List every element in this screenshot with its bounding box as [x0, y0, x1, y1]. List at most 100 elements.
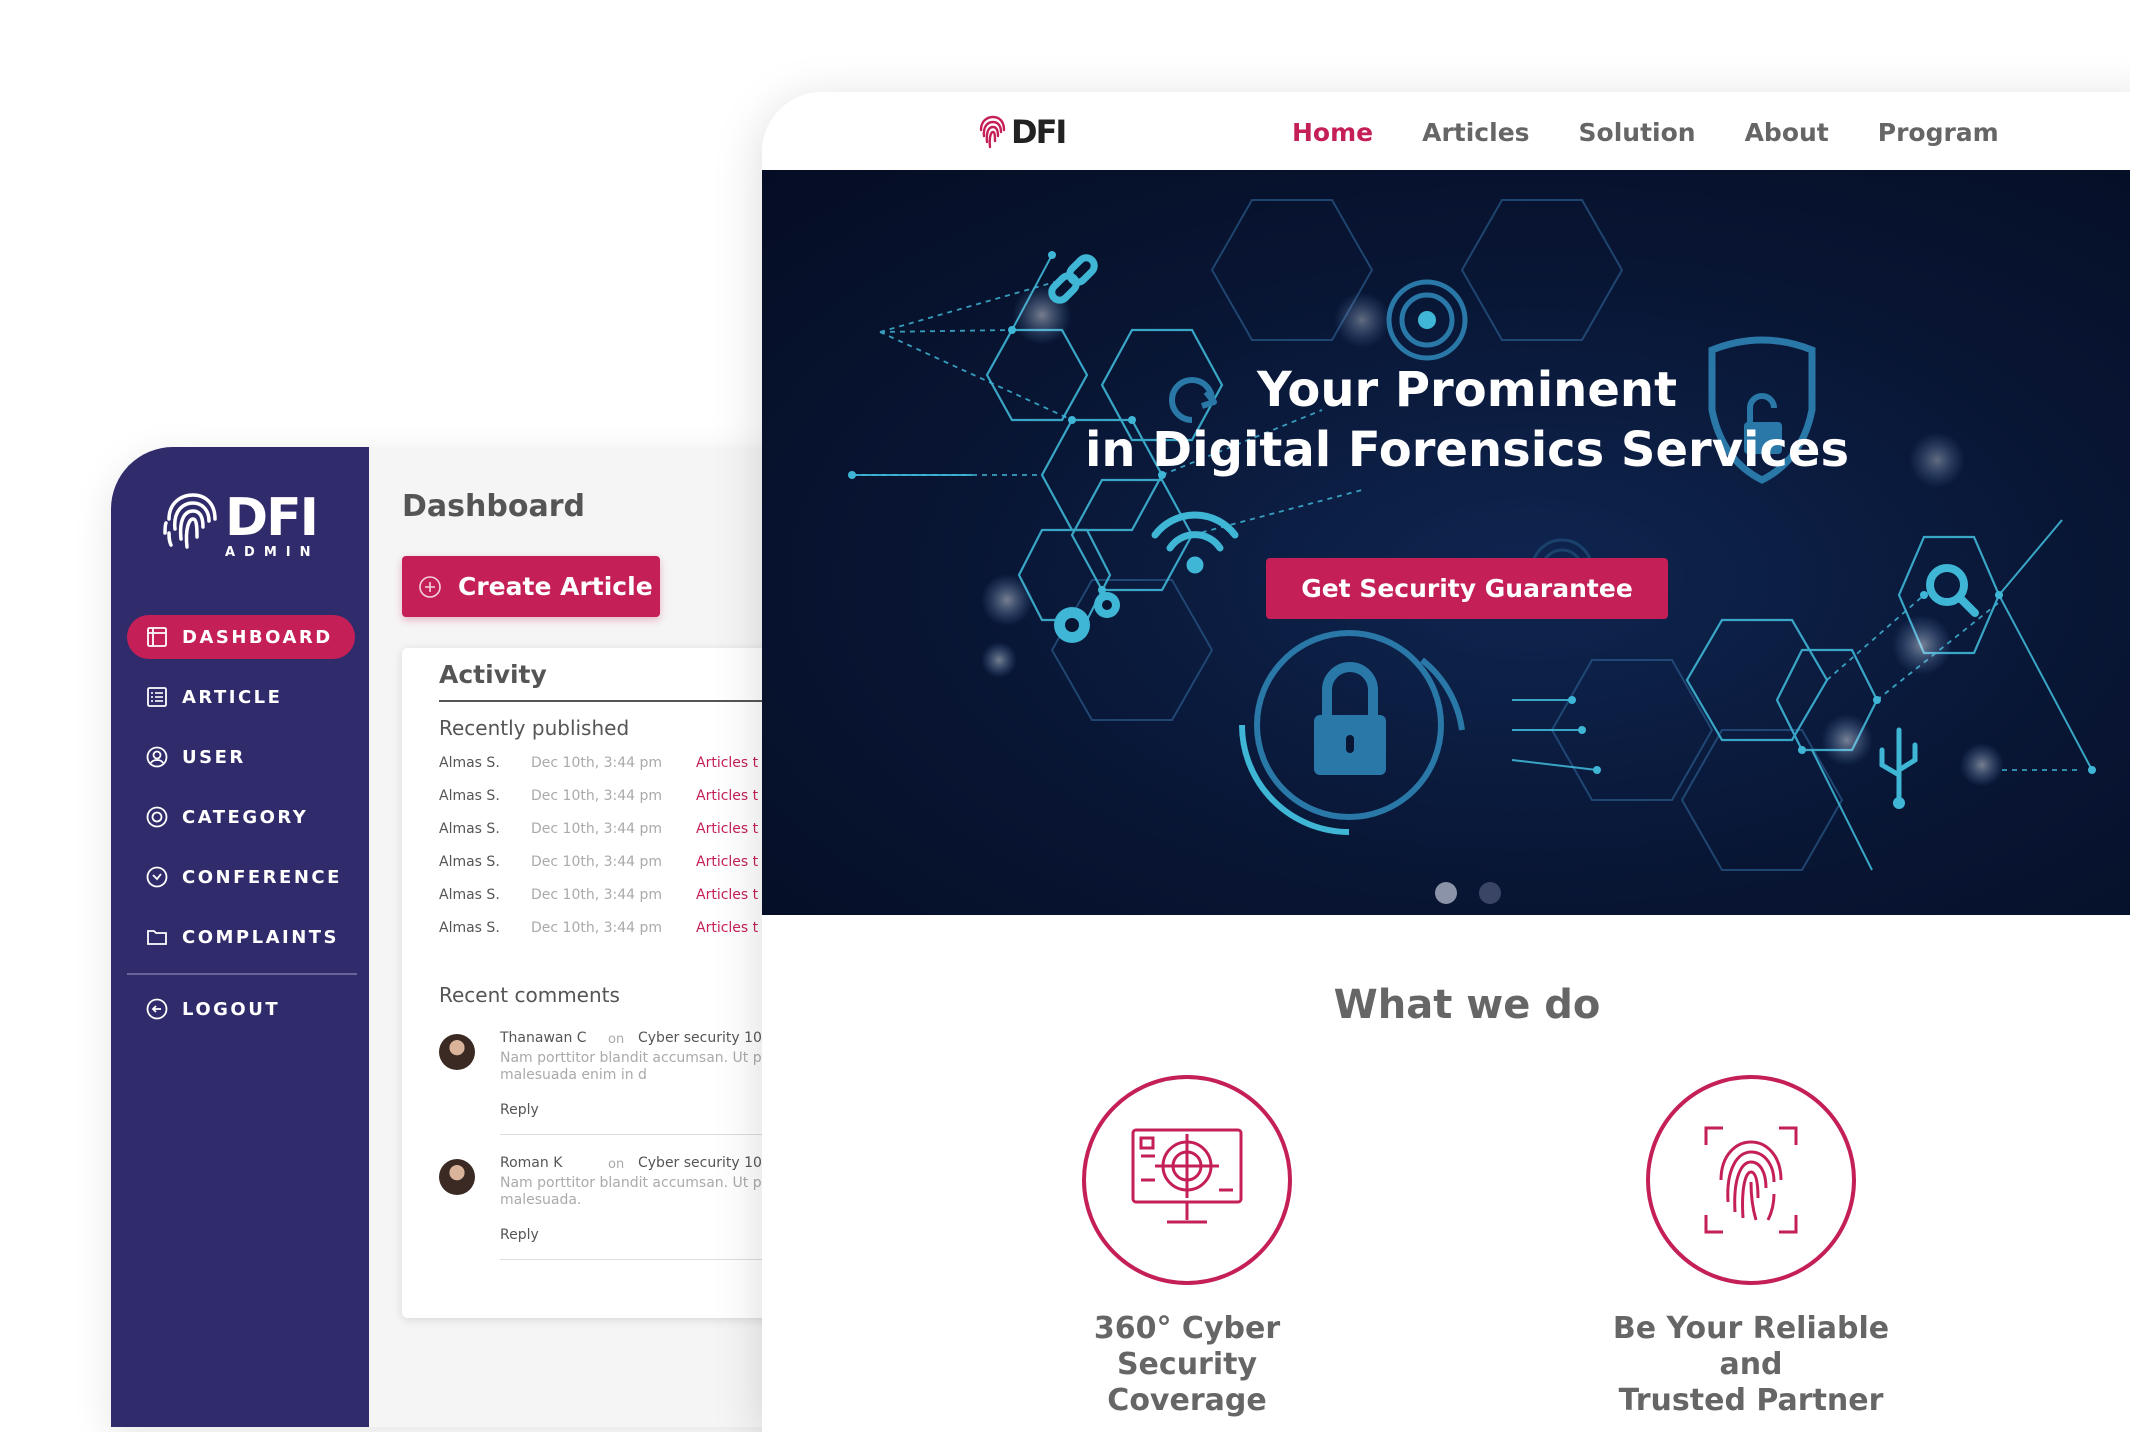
feature-label-line1: Be Your Reliable and [1612, 1311, 1890, 1382]
admin-sidebar: DFI ADMIN DASHBOARD ARTICLE USER CATEGOR… [111, 447, 369, 1427]
admin-nav: DASHBOARD ARTICLE USER CATEGORY CONFEREN… [111, 615, 369, 975]
site-logo[interactable]: DFI [977, 112, 1067, 152]
folder-icon [146, 926, 168, 948]
category-icon [146, 806, 168, 828]
feature-label: 360° Cyber Security Coverage [1027, 1311, 1347, 1419]
author: Almas S. [439, 887, 500, 903]
nav-label: CATEGORY [182, 806, 309, 828]
table-row[interactable]: Almas S. Dec 10th, 3:44 pm Articles t [439, 920, 758, 944]
menu-item-articles[interactable]: Articles [1422, 118, 1529, 147]
menu-item-program[interactable]: Program [1878, 118, 1999, 147]
recently-published-title: Recently published [439, 716, 630, 740]
fingerprint-logo-icon [979, 115, 1006, 149]
comment-on: on [608, 1032, 625, 1047]
hero-network-illustration [848, 199, 2096, 871]
monitor-target-icon [1131, 1128, 1243, 1224]
article-link[interactable]: Articles t [696, 821, 758, 845]
menu-item-solution[interactable]: Solution [1579, 118, 1696, 147]
nav-item-complaints[interactable]: COMPLAINTS [111, 915, 369, 959]
conference-icon [146, 866, 168, 888]
create-article-button[interactable]: Create Article [402, 556, 660, 617]
recent-comments-title: Recent comments [439, 983, 620, 1007]
author: Almas S. [439, 821, 500, 837]
feature-icon-circle [1082, 1075, 1292, 1285]
nav-label: USER [182, 746, 246, 768]
nav-item-dashboard[interactable]: DASHBOARD [127, 615, 355, 659]
nav-label: COMPLAINTS [182, 926, 340, 948]
nav-item-category[interactable]: CATEGORY [111, 795, 369, 839]
feature-icon-circle [1646, 1075, 1856, 1285]
fingerprint-logo-icon [163, 493, 217, 549]
carousel-dot-2[interactable] [1479, 882, 1501, 904]
date: Dec 10th, 3:44 pm [531, 887, 663, 903]
article-link[interactable]: Articles t [696, 788, 758, 812]
date: Dec 10th, 3:44 pm [531, 788, 663, 804]
comment-target[interactable]: Cyber security 10 [638, 1155, 762, 1171]
table-row[interactable]: Almas S. Dec 10th, 3:44 pm Articles t [439, 755, 758, 779]
plus-circle-icon [419, 575, 441, 598]
comment-author: Thanawan C [500, 1030, 587, 1046]
section-title: What we do [1333, 982, 1601, 1028]
nav-item-user[interactable]: USER [111, 735, 369, 779]
nav-item-article[interactable]: ARTICLE [111, 675, 369, 719]
hero-title-line2: in Digital Forensics Services [1084, 422, 1850, 478]
table-row[interactable]: Almas S. Dec 10th, 3:44 pm Articles t [439, 854, 758, 878]
list-icon [146, 686, 168, 708]
feature-label: Be Your Reliable and Trusted Partner [1591, 1311, 1911, 1419]
feature-card[interactable]: 360° Cyber Security Coverage [1027, 1075, 1347, 1419]
feature-label-line1: 360° Cyber Security [1093, 1311, 1281, 1382]
nav-item-logout[interactable]: LOGOUT [111, 987, 369, 1031]
menu-item-home[interactable]: Home [1292, 118, 1373, 147]
comment-target[interactable]: Cyber security 10 [638, 1030, 762, 1046]
author: Almas S. [439, 788, 500, 804]
date: Dec 10th, 3:44 pm [531, 854, 663, 870]
site-brand: DFI [1011, 113, 1067, 151]
dashboard-icon [146, 626, 168, 648]
create-article-label: Create Article [458, 572, 653, 601]
avatar [439, 1034, 475, 1070]
website-window: DFI Home Articles Solution About Program [762, 92, 2130, 1432]
feature-label-line2: Coverage [1107, 1383, 1267, 1418]
table-row[interactable]: Almas S. Dec 10th, 3:44 pm Articles t [439, 821, 758, 845]
author: Almas S. [439, 854, 500, 870]
site-header: DFI Home Articles Solution About Program [762, 92, 2130, 170]
carousel-dot-1[interactable] [1435, 882, 1457, 904]
site-menu: Home Articles Solution About Program [1292, 118, 1999, 147]
avatar [439, 1159, 475, 1195]
author: Almas S. [439, 920, 500, 936]
nav-label: CONFERENCE [182, 866, 342, 888]
author: Almas S. [439, 755, 500, 771]
comment-on: on [608, 1157, 625, 1172]
hero-title: Your Prominent in Digital Forensics Serv… [762, 360, 2130, 480]
menu-item-about[interactable]: About [1745, 118, 1829, 147]
activity-title: Activity [439, 660, 547, 689]
article-link[interactable]: Articles t [696, 887, 758, 911]
hero-banner: Your Prominent in Digital Forensics Serv… [762, 170, 2130, 915]
hero-title-line1: Your Prominent [1256, 362, 1678, 418]
nav-label: ARTICLE [182, 686, 283, 708]
admin-brand: DFI [225, 488, 319, 548]
logout-label: LOGOUT [182, 998, 281, 1020]
table-row[interactable]: Almas S. Dec 10th, 3:44 pm Articles t [439, 788, 758, 812]
user-icon [146, 746, 168, 768]
reply-link[interactable]: Reply [500, 1102, 539, 1118]
nav-item-conference[interactable]: CONFERENCE [111, 855, 369, 899]
admin-logo[interactable]: DFI ADMIN [161, 489, 331, 567]
article-link[interactable]: Articles t [696, 854, 758, 878]
feature-label-line2: Trusted Partner [1618, 1383, 1884, 1418]
table-row[interactable]: Almas S. Dec 10th, 3:44 pm Articles t [439, 887, 758, 911]
fingerprint-icon [1704, 1126, 1798, 1234]
logout-icon [146, 998, 168, 1020]
date: Dec 10th, 3:44 pm [531, 755, 663, 771]
article-link[interactable]: Articles t [696, 755, 758, 779]
article-link[interactable]: Articles t [696, 920, 758, 944]
sidebar-divider [127, 973, 357, 975]
date: Dec 10th, 3:44 pm [531, 821, 663, 837]
reply-link[interactable]: Reply [500, 1227, 539, 1243]
comment-author: Roman K [500, 1155, 563, 1171]
get-security-guarantee-button[interactable]: Get Security Guarantee [1266, 558, 1668, 619]
nav-label: DASHBOARD [182, 626, 333, 648]
page-title: Dashboard [402, 489, 585, 524]
carousel-dots [1435, 882, 1501, 904]
feature-card[interactable]: Be Your Reliable and Trusted Partner [1591, 1075, 1911, 1419]
